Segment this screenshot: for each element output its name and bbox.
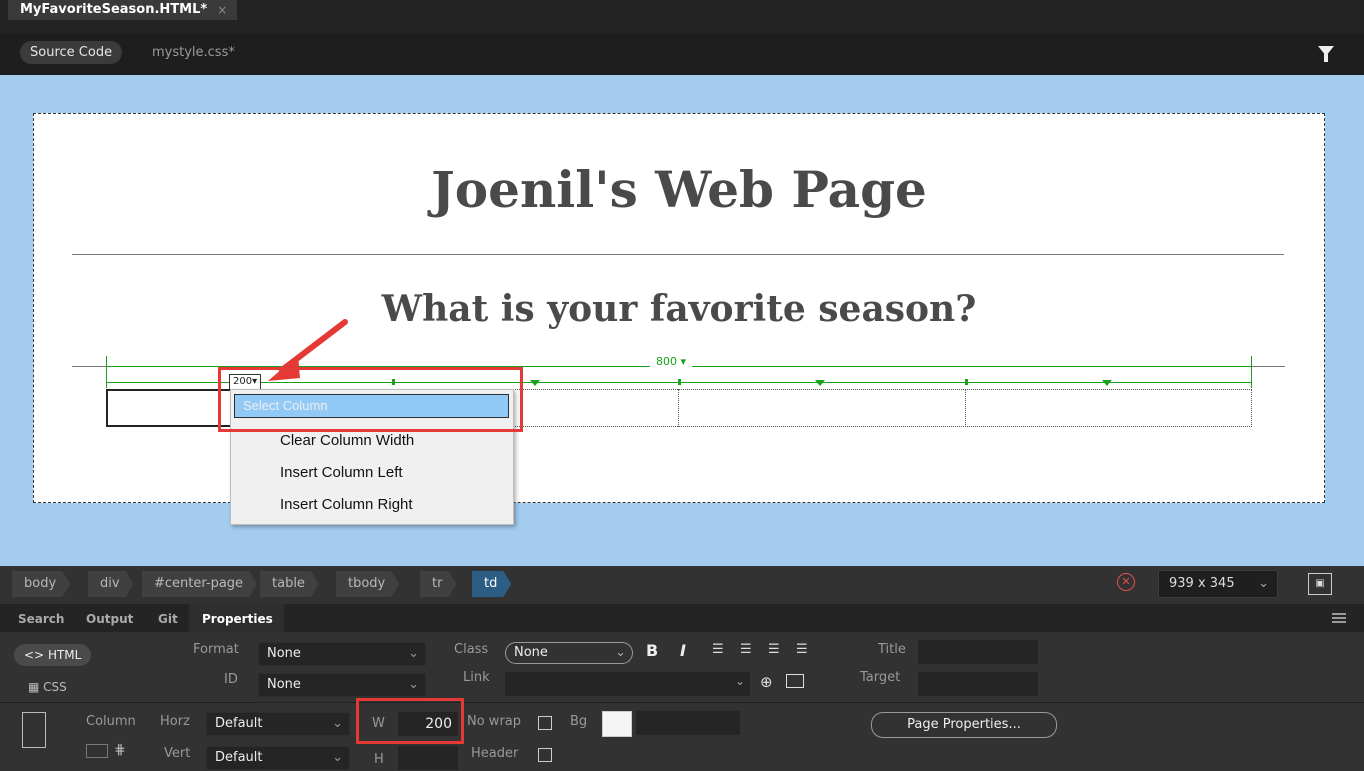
html-mode-button[interactable]: <> HTML [14, 644, 92, 666]
page-properties-button[interactable]: Page Properties... [871, 712, 1057, 738]
column-label: Column [86, 714, 136, 729]
header-label: Header [471, 746, 519, 761]
highlight-box-width [356, 698, 464, 744]
tag-tbody[interactable]: tbody [336, 571, 399, 597]
horizontal-rule-left [72, 366, 106, 367]
menu-item-insert-column-right[interactable]: Insert Column Right [234, 490, 509, 520]
error-icon[interactable]: ✕ [1117, 573, 1135, 591]
class-value: None [514, 645, 548, 660]
id-value: None [267, 677, 301, 692]
unordered-list-icon[interactable]: ☰ [712, 642, 724, 657]
bg-color-swatch[interactable] [602, 711, 632, 737]
column-divider [678, 389, 680, 427]
window-size-select[interactable]: 939 x 345 ⌄ [1158, 570, 1278, 598]
html-mode-label: HTML [47, 648, 82, 662]
panel-menu-icon[interactable] [1332, 613, 1346, 623]
tab-output[interactable]: Output [86, 612, 133, 626]
chevron-down-icon: ⌄ [408, 677, 419, 692]
chevron-down-icon: ⌄ [1258, 576, 1269, 591]
bg-color-input[interactable] [636, 711, 740, 735]
target-select[interactable] [918, 672, 1038, 696]
vert-value: Default [215, 750, 263, 765]
source-code-button[interactable]: Source Code [20, 41, 123, 64]
title-label: Title [878, 642, 906, 657]
code-icon: <> [24, 648, 45, 662]
vert-select[interactable]: Default ⌄ [206, 746, 350, 770]
ruler-left-edge [106, 356, 107, 388]
split-cell-icon[interactable]: ⋕ [114, 742, 126, 758]
horz-value: Default [215, 716, 263, 731]
page-heading: Joenil's Web Page [431, 160, 927, 219]
horz-label: Horz [160, 714, 190, 729]
chevron-down-icon: ⌄ [332, 716, 343, 731]
column-tick [678, 379, 681, 385]
chevron-down-icon[interactable]: ⌄ [735, 674, 745, 688]
link-input[interactable] [505, 672, 750, 696]
tag-center-page[interactable]: #center-page [142, 571, 257, 597]
column-tick [965, 379, 968, 385]
preview-icon[interactable]: ▣ [1308, 573, 1332, 595]
chevron-down-icon: ⌄ [615, 645, 626, 660]
merge-cells-icon[interactable] [86, 744, 108, 758]
title-input[interactable] [918, 640, 1038, 664]
italic-button[interactable]: I [680, 641, 686, 660]
css-mode-button[interactable]: ▦ CSS [28, 676, 67, 698]
outdent-icon[interactable]: ☰ [768, 642, 780, 657]
chevron-down-icon: ⌄ [332, 750, 343, 765]
properties-divider [0, 702, 1364, 703]
tab-git[interactable]: Git [158, 612, 178, 626]
horizontal-rule [72, 254, 1284, 255]
folder-icon[interactable] [786, 674, 804, 688]
selected-table-cell[interactable] [106, 389, 234, 427]
mystyle-css-tab[interactable]: mystyle.css* [152, 41, 235, 64]
window-size-value: 939 x 345 [1169, 576, 1235, 591]
height-label: H [374, 752, 384, 767]
link-label: Link [463, 670, 490, 685]
document-tab[interactable]: MyFavoriteSeason.HTML* × [8, 0, 238, 20]
class-select[interactable]: None ⌄ [505, 642, 633, 664]
column-dropdown-icon[interactable] [530, 380, 540, 386]
tab-search[interactable]: Search [18, 612, 64, 626]
tag-div[interactable]: div [88, 571, 134, 597]
vert-label: Vert [164, 746, 191, 761]
id-label: ID [224, 672, 238, 687]
target-label: Target [860, 670, 901, 685]
chevron-down-icon: ⌄ [408, 646, 419, 661]
id-select[interactable]: None ⌄ [258, 673, 426, 697]
header-checkbox[interactable] [538, 748, 552, 762]
horizontal-rule-right [1252, 366, 1285, 367]
ordered-list-icon[interactable]: ☰ [740, 642, 752, 657]
page-subheading: What is your favorite season? [381, 288, 977, 330]
tag-table[interactable]: table [260, 571, 319, 597]
format-label: Format [193, 642, 239, 657]
menu-item-insert-column-left[interactable]: Insert Column Left [234, 458, 509, 488]
tab-properties[interactable]: Properties [202, 612, 273, 626]
css-mode-label: CSS [43, 680, 67, 694]
css-icon: ▦ [28, 680, 40, 694]
nowrap-label: No wrap [467, 714, 522, 729]
format-value: None [267, 646, 301, 661]
class-label: Class [454, 642, 489, 657]
table-width-label[interactable]: 800 ▾ [650, 355, 693, 368]
format-select[interactable]: None ⌄ [258, 642, 426, 666]
table-width-value: 800 [656, 355, 677, 368]
height-input[interactable] [398, 746, 458, 770]
nowrap-checkbox[interactable] [538, 716, 552, 730]
point-to-file-icon[interactable]: ⊕ [760, 673, 773, 691]
bg-label: Bg [570, 714, 588, 729]
horz-select[interactable]: Default ⌄ [206, 712, 350, 736]
tag-td[interactable]: td [472, 571, 511, 597]
tag-body[interactable]: body [12, 571, 70, 597]
document-tab-title: MyFavoriteSeason.HTML* [20, 2, 208, 17]
column-dropdown-icon[interactable] [815, 380, 825, 386]
column-dropdown-icon[interactable] [1102, 380, 1112, 386]
column-divider [965, 389, 967, 427]
indent-icon[interactable]: ☰ [796, 642, 808, 657]
close-tab-icon[interactable]: × [217, 0, 227, 20]
bold-button[interactable]: B [646, 641, 658, 660]
highlight-box-select-column [218, 367, 523, 432]
ruler-right-edge [1251, 356, 1252, 388]
filter-icon-stem [1324, 54, 1328, 62]
table-cell-icon [22, 712, 46, 748]
